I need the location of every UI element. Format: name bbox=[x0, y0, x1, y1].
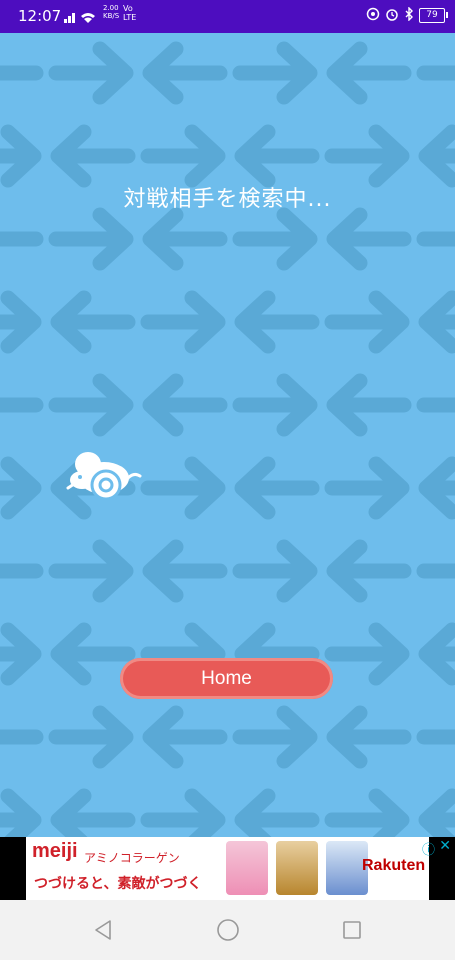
background-arrow bbox=[56, 713, 126, 761]
ad-brand-logo: meiji bbox=[32, 840, 78, 862]
background-arrow bbox=[58, 630, 128, 678]
back-icon[interactable] bbox=[92, 918, 114, 946]
ad-content[interactable]: meiji アミノコラーゲン つづけると、素敵がつづく Rakuten bbox=[26, 837, 429, 900]
product-pack-gold bbox=[276, 841, 318, 895]
status-time: 12:07 bbox=[18, 7, 62, 25]
background-arrow bbox=[0, 298, 34, 346]
background-arrow bbox=[242, 132, 312, 180]
background-arrow bbox=[334, 713, 404, 761]
network-speed: 2.00 KB/S bbox=[103, 4, 119, 20]
data-saver-icon bbox=[366, 6, 380, 25]
ad-close-icon[interactable]: ✕ bbox=[439, 838, 451, 854]
network-speed-value: 2.00 bbox=[103, 4, 119, 12]
status-bar: 12:07 2.00 KB/S Vo LTE 79 bbox=[0, 0, 455, 33]
background-arrow bbox=[0, 464, 34, 512]
background-arrow bbox=[240, 547, 310, 595]
background-arrow bbox=[56, 547, 126, 595]
background-arrow bbox=[148, 464, 218, 512]
background-arrow bbox=[332, 796, 402, 837]
background-arrow bbox=[240, 215, 310, 263]
background-arrow bbox=[426, 796, 455, 837]
product-pack-pink bbox=[226, 841, 268, 895]
background-arrow bbox=[426, 464, 455, 512]
background-arrow bbox=[332, 132, 402, 180]
background-arrow bbox=[334, 49, 404, 97]
background-arrow bbox=[0, 49, 36, 97]
searching-opponent-text: 対戦相手を検索中... bbox=[123, 187, 332, 212]
background-arrow bbox=[58, 298, 128, 346]
arrow-pattern-background bbox=[0, 33, 455, 837]
background-arrow bbox=[150, 381, 220, 429]
background-arrow bbox=[424, 381, 455, 429]
background-arrow bbox=[240, 381, 310, 429]
background-arrow bbox=[150, 49, 220, 97]
recents-icon[interactable] bbox=[341, 918, 363, 946]
background-arrow bbox=[332, 630, 402, 678]
background-arrow bbox=[58, 796, 128, 837]
background-arrow bbox=[424, 215, 455, 263]
bluetooth-icon bbox=[404, 6, 414, 25]
background-arrow bbox=[0, 796, 34, 837]
ad-slogan: つづけると、素敵がつづく bbox=[34, 876, 202, 892]
background-arrow bbox=[56, 215, 126, 263]
ad-product-name: アミノコラーゲン bbox=[84, 851, 180, 865]
background-arrow bbox=[0, 630, 34, 678]
background-arrow bbox=[424, 547, 455, 595]
matchmaking-screen: 対戦相手を検索中... Home bbox=[0, 33, 455, 837]
background-arrow bbox=[426, 298, 455, 346]
background-arrow bbox=[0, 547, 36, 595]
ad-info-icon[interactable]: ⓘ bbox=[422, 839, 435, 858]
background-arrow bbox=[148, 298, 218, 346]
background-arrow bbox=[334, 381, 404, 429]
background-arrow bbox=[332, 298, 402, 346]
background-arrow bbox=[240, 713, 310, 761]
alarm-icon bbox=[385, 6, 399, 25]
background-arrow bbox=[0, 215, 36, 263]
background-arrow bbox=[150, 713, 220, 761]
background-arrow bbox=[332, 464, 402, 512]
background-arrow bbox=[150, 547, 220, 595]
network-speed-unit: KB/S bbox=[103, 12, 120, 20]
ad-retailer-logo: Rakuten bbox=[362, 857, 426, 874]
vo-label: Vo bbox=[123, 4, 133, 13]
background-arrow bbox=[242, 298, 312, 346]
home-button[interactable]: Home bbox=[120, 658, 333, 699]
background-arrow bbox=[56, 49, 126, 97]
home-nav-icon[interactable] bbox=[216, 918, 240, 946]
background-arrow bbox=[242, 796, 312, 837]
ad-product-images bbox=[226, 841, 368, 895]
battery-icon: 79 bbox=[419, 8, 448, 23]
background-arrow bbox=[150, 215, 220, 263]
lte-label: LTE bbox=[123, 13, 137, 22]
background-arrow bbox=[240, 49, 310, 97]
background-arrow bbox=[334, 547, 404, 595]
background-arrow bbox=[58, 132, 128, 180]
background-arrow bbox=[426, 132, 455, 180]
background-arrow bbox=[242, 464, 312, 512]
background-arrow bbox=[0, 713, 36, 761]
background-arrow bbox=[0, 381, 36, 429]
background-arrow bbox=[426, 630, 455, 678]
system-navigation-bar bbox=[0, 900, 455, 960]
background-arrow bbox=[424, 713, 455, 761]
background-arrow bbox=[148, 796, 218, 837]
signal-icon bbox=[64, 9, 98, 28]
volte-indicator: Vo LTE bbox=[123, 4, 136, 22]
background-arrow bbox=[0, 132, 34, 180]
background-arrow bbox=[148, 132, 218, 180]
background-arrow bbox=[56, 381, 126, 429]
background-arrow bbox=[424, 49, 455, 97]
ad-banner[interactable]: meiji アミノコラーゲン つづけると、素敵がつづく Rakuten ⓘ ✕ bbox=[0, 837, 455, 900]
background-arrow bbox=[334, 215, 404, 263]
mouse-icon bbox=[66, 448, 142, 514]
status-right-icons: 79 bbox=[366, 6, 448, 25]
